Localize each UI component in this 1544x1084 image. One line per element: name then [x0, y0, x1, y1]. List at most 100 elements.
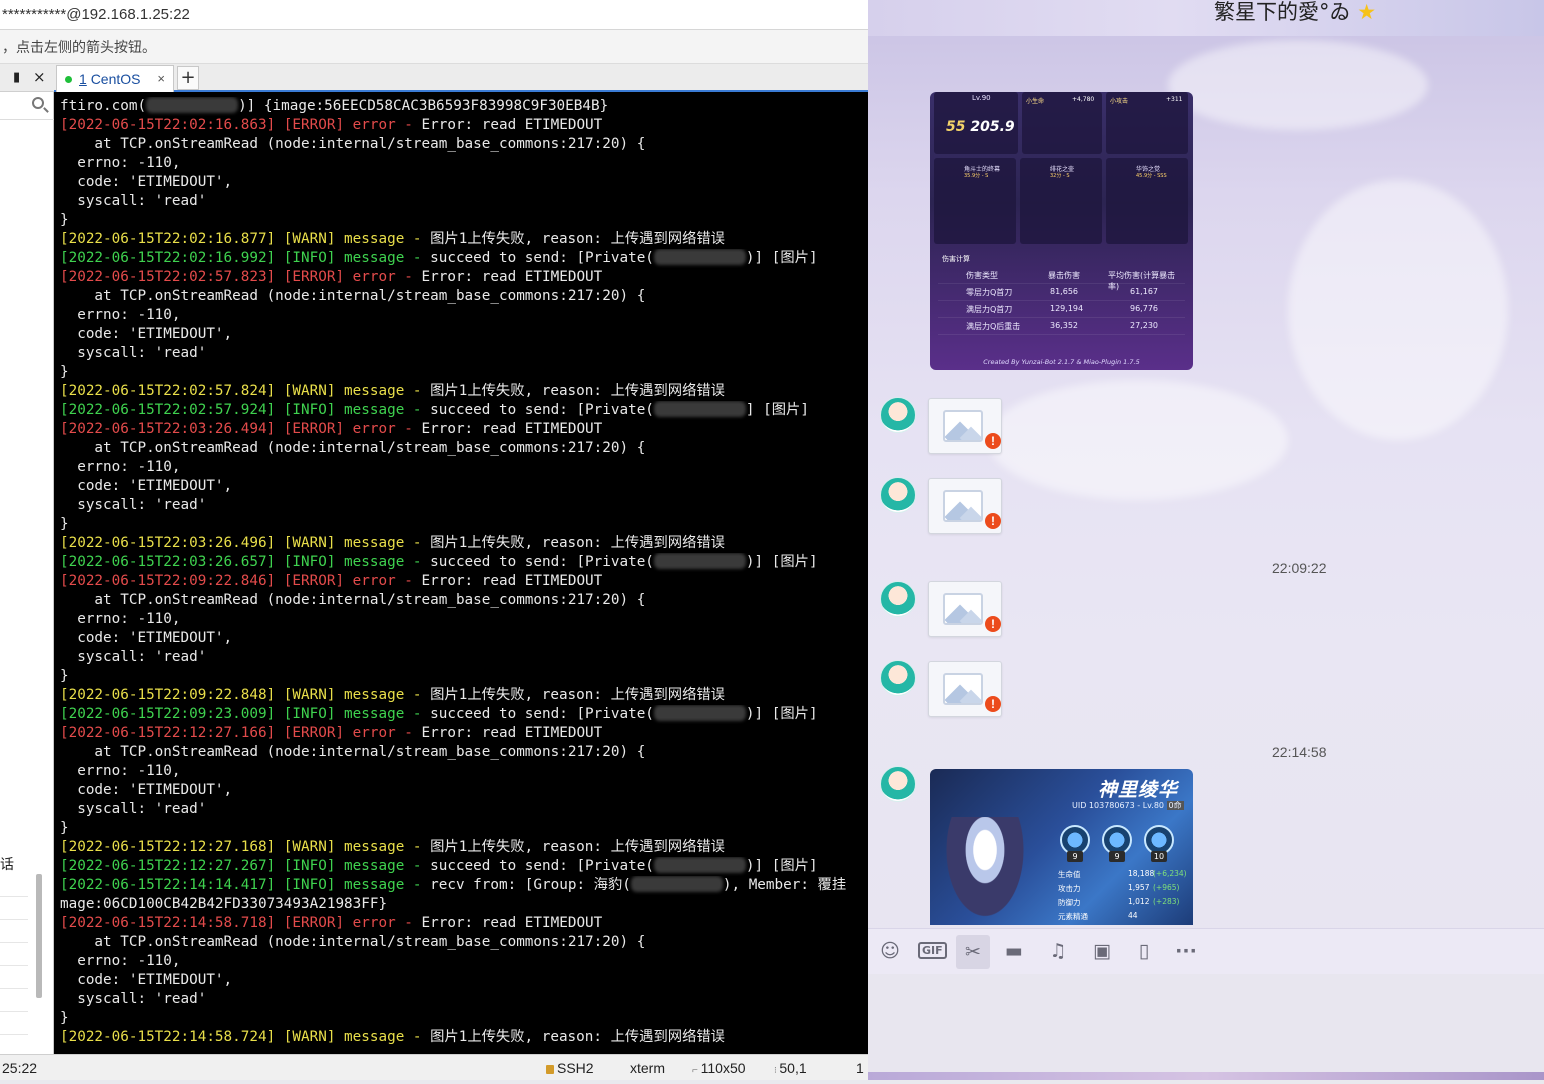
- redacted-text: [653, 857, 746, 873]
- size-icon: ⌐: [692, 1065, 701, 1076]
- terminal-text: 图片1上传失败, reason: 上传遇到网络错误: [430, 839, 725, 855]
- terminal-text: code: 'ETIMEDOUT',: [60, 782, 233, 798]
- terminal-line: }: [60, 819, 868, 838]
- list-item[interactable]: [0, 966, 28, 989]
- list-item[interactable]: [0, 874, 28, 897]
- terminal-line: code: 'ETIMEDOUT',: [60, 477, 868, 496]
- image-placeholder-icon: [943, 673, 983, 705]
- pin-icon[interactable]: ▮: [13, 70, 20, 85]
- character-stat-row: 攻击力 1,957 (+965): [1058, 883, 1183, 896]
- avatar[interactable]: [880, 766, 916, 802]
- session-list-scrollbar[interactable]: [36, 874, 42, 998]
- table-cell: 满层力Q后重击: [966, 322, 1021, 331]
- session-search[interactable]: [0, 92, 54, 120]
- image-placeholder-icon: [943, 490, 983, 522]
- terminal-text: [2022-06-15T22:09:22.848] [WARN] message…: [60, 687, 431, 703]
- terminal-output[interactable]: ftiro.com()] {image:56EECD58CAC3B6593F83…: [54, 92, 868, 1054]
- terminal-line: errno: -110,: [60, 610, 868, 629]
- terminal-line: code: 'ETIMEDOUT',: [60, 971, 868, 990]
- image-icon[interactable]: ▣: [1088, 937, 1116, 965]
- redacted-text: [653, 401, 746, 417]
- tab-centos[interactable]: 1 CentOS ×: [56, 65, 174, 92]
- session-panel-header: ▮ ×: [0, 64, 54, 92]
- terminal-line: code: 'ETIMEDOUT',: [60, 173, 868, 192]
- terminal-text: Error: read ETIMEDOUT: [421, 269, 603, 285]
- session-list: 话: [0, 850, 54, 1054]
- terminal-line: [2022-06-15T22:14:14.417] [INFO] message…: [60, 876, 868, 895]
- terminal-text: succeed to send: [Private(: [430, 250, 654, 266]
- terminal-text: succeed to send: [Private(: [430, 554, 654, 570]
- terminal-line: [2022-06-15T22:12:27.166] [ERROR] error …: [60, 724, 868, 743]
- terminal-line: mage:06CD100CB42B42FD33073493A21983FF}: [60, 895, 868, 914]
- character-card-image[interactable]: 神里绫华 UID 103780673 - Lv.80 0命 9 9 10 生命值…: [930, 769, 1193, 925]
- terminal-text: [2022-06-15T22:14:58.718] [ERROR] error …: [60, 915, 422, 931]
- terminal-line: at TCP.onStreamRead (node:internal/strea…: [60, 591, 868, 610]
- error-icon: !: [985, 616, 1001, 632]
- window-title: ***********@192.168.1.25:22: [0, 0, 868, 30]
- message-input[interactable]: [868, 974, 1544, 1072]
- terminal-text: errno: -110,: [60, 953, 181, 969]
- terminal-text: Error: read ETIMEDOUT: [421, 725, 603, 741]
- failed-image[interactable]: !: [928, 581, 1002, 637]
- status-time: 25:22: [2, 1060, 38, 1076]
- stat-bonus: (+965): [1153, 883, 1180, 892]
- stats-card-image[interactable]: Lv.90 55 205.9 小生命 +4,780 小攻击 +311 角斗士的终…: [930, 92, 1193, 370]
- error-icon: !: [985, 513, 1001, 529]
- table-cell: 零层力Q首刀: [966, 288, 1013, 297]
- close-icon[interactable]: ×: [33, 68, 46, 86]
- talent-level: 10: [1151, 851, 1167, 862]
- terminal-text: succeed to send: [Private(: [430, 706, 654, 722]
- table-header: 伤害类型 暴击伤害 平均伤害(计算暴击率): [938, 267, 1185, 291]
- failed-image[interactable]: !: [928, 398, 1002, 454]
- terminal-line: [2022-06-15T22:02:16.863] [ERROR] error …: [60, 116, 868, 135]
- new-tab-button[interactable]: +: [177, 66, 199, 90]
- artifact-score: 32分 - S: [1050, 173, 1070, 179]
- character-uid: UID 103780673 - Lv.80 0命: [1072, 800, 1184, 811]
- search-icon[interactable]: [32, 97, 44, 109]
- character-stat-row: 生命值 18,188 (+6,234): [1058, 869, 1187, 882]
- level-label: Lv.90: [972, 94, 991, 102]
- list-item[interactable]: [0, 989, 28, 1012]
- emoji-icon[interactable]: ☺: [876, 937, 904, 965]
- list-item[interactable]: [0, 943, 28, 966]
- terminal-line: at TCP.onStreamRead (node:internal/strea…: [60, 135, 868, 154]
- talent-level: 9: [1109, 851, 1125, 862]
- error-icon: !: [985, 696, 1001, 712]
- terminal-text: }: [60, 1010, 69, 1026]
- lock-icon: [546, 1065, 554, 1074]
- gif-label: GIF: [918, 942, 947, 959]
- scissors-icon[interactable]: ✂: [956, 935, 990, 969]
- avatar[interactable]: [880, 397, 916, 433]
- music-icon[interactable]: ♫: [1044, 937, 1072, 965]
- redacted-text: [653, 553, 746, 569]
- terminal-text: syscall: 'read': [60, 497, 207, 513]
- gif-icon[interactable]: GIF: [918, 937, 947, 965]
- terminal-text: errno: -110,: [60, 155, 181, 171]
- chat-window: 繁星下的愛°ゐ ★ Lv.90 55 205.9 小生命 +4,780 小攻击 …: [868, 0, 1544, 1080]
- failed-image[interactable]: !: [928, 478, 1002, 534]
- avatar[interactable]: [880, 660, 916, 696]
- terminal-text: at TCP.onStreamRead (node:internal/strea…: [60, 136, 646, 152]
- list-item[interactable]: [0, 1012, 28, 1035]
- character-stat-row: 元素精通 44: [1058, 911, 1183, 924]
- list-item[interactable]: [0, 920, 28, 943]
- folder-icon[interactable]: ▬: [1000, 937, 1028, 965]
- terminal-line: syscall: 'read': [60, 496, 868, 515]
- avatar[interactable]: [880, 477, 916, 513]
- shake-icon[interactable]: ▯: [1130, 937, 1158, 965]
- terminal-line: }: [60, 211, 868, 230]
- session-tab-bar: 1 CentOS × +: [54, 64, 868, 92]
- terminal-line: syscall: 'read': [60, 990, 868, 1009]
- terminal-text: code: 'ETIMEDOUT',: [60, 326, 233, 342]
- table-row: 满层力Q后重击 36,352 27,230: [938, 318, 1185, 335]
- terminal-line: [2022-06-15T22:14:58.718] [ERROR] error …: [60, 914, 868, 933]
- failed-image[interactable]: !: [928, 661, 1002, 717]
- list-item[interactable]: [0, 897, 28, 920]
- image-placeholder-icon: [943, 410, 983, 442]
- stat-key: 生命值: [1058, 870, 1081, 879]
- terminal-text: [2022-06-15T22:02:57.824] [WARN] message…: [60, 383, 431, 399]
- avatar[interactable]: [880, 581, 916, 617]
- more-icon[interactable]: ···: [1172, 937, 1200, 965]
- tab-close-icon[interactable]: ×: [157, 66, 165, 92]
- ssh-client-window: ***********@192.168.1.25:22 ，点击左侧的箭头按钮。 …: [0, 0, 868, 1080]
